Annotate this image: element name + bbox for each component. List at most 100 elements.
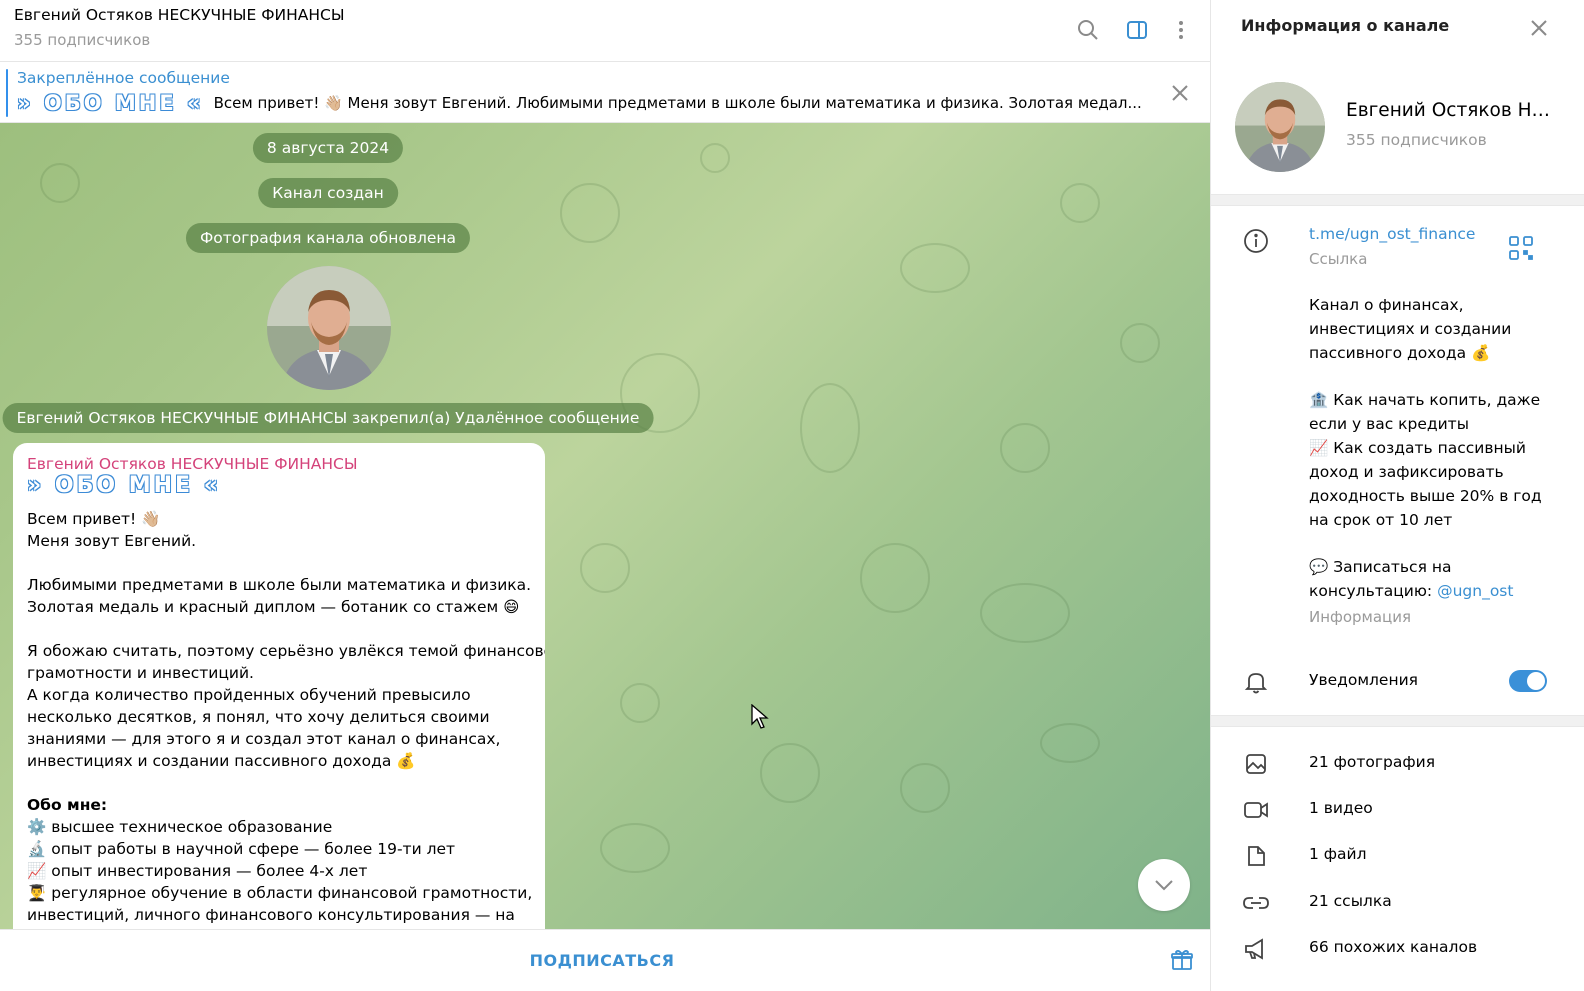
notifications-toggle[interactable] bbox=[1509, 670, 1547, 692]
channel-info-panel: Информация о канале Евгений Остяков НЕСК… bbox=[1210, 0, 1584, 991]
media-videos-label: 1 видео bbox=[1309, 799, 1373, 817]
username-link[interactable]: @ugn_ost bbox=[1437, 582, 1513, 600]
pinned-title: Закреплённое сообщение bbox=[17, 69, 230, 87]
gift-icon bbox=[1171, 949, 1193, 970]
pinned-close-button[interactable] bbox=[1166, 79, 1194, 107]
description-line: на срок от 10 лет bbox=[1309, 511, 1453, 529]
video-icon bbox=[1244, 802, 1268, 818]
date-badge: 8 августа 2024 bbox=[252, 133, 404, 163]
chat-background: 8 августа 2024 Канал создан Фотография к… bbox=[0, 123, 1220, 929]
file-icon-wrap bbox=[1241, 841, 1271, 871]
notifications-label: Уведомления bbox=[1309, 671, 1418, 689]
service-photo-updated: Фотография канала обновлена bbox=[185, 223, 471, 253]
post-line: инвестиций, личного финансового консульт… bbox=[27, 906, 515, 924]
post-line: А когда количество пройденных обучений п… bbox=[27, 686, 471, 704]
doodle-pattern bbox=[1060, 183, 1100, 223]
post-line: 📈 опыт инвестирования — более 4-х лет bbox=[27, 862, 368, 880]
panel-close-button[interactable] bbox=[1523, 12, 1555, 44]
info-icon bbox=[1244, 229, 1268, 253]
media-files-label: 1 файл bbox=[1309, 845, 1367, 863]
media-row-videos[interactable]: 1 видео bbox=[1211, 787, 1584, 833]
description-text: консультацию: bbox=[1309, 582, 1438, 600]
service-pinned-deleted: Евгений Остяков НЕСКУЧНЫЕ ФИНАНСЫ закреп… bbox=[2, 403, 654, 433]
description-line: 📈 Как создать пассивный bbox=[1309, 439, 1526, 457]
description-line: доход и зафиксировать bbox=[1309, 463, 1504, 481]
doodle-pattern bbox=[560, 183, 620, 243]
media-row-photos[interactable]: 21 фотография bbox=[1211, 741, 1584, 787]
file-icon bbox=[1248, 846, 1265, 866]
description-line: инвестициях и создании bbox=[1309, 320, 1512, 338]
post-line: 👨‍🎓 регулярное обучение в области финанс… bbox=[27, 884, 533, 902]
description-line: если у вас кредиты bbox=[1309, 415, 1469, 433]
post-line: ⚙️ высшее техническое образование bbox=[27, 818, 333, 836]
pinned-preview: » ОБО МНЕ « Всем привет! 👋🏼 Меня зовут Е… bbox=[17, 91, 1142, 115]
post-line: 🔬 опыт работы в научной сфере — более 19… bbox=[27, 840, 456, 858]
description-line: Канал о финансах, bbox=[1309, 296, 1464, 314]
chat-subtitle: 355 подписчиков bbox=[14, 31, 151, 49]
more-vertical-icon bbox=[1179, 21, 1183, 39]
doodle-pattern bbox=[860, 543, 930, 613]
more-button[interactable] bbox=[1165, 14, 1197, 46]
doodle-pattern bbox=[40, 163, 80, 203]
post-line: Любимыми предметами в школе были математ… bbox=[27, 576, 532, 594]
info-icon-wrap bbox=[1241, 226, 1271, 256]
section-divider bbox=[1211, 194, 1584, 206]
gift-button[interactable] bbox=[1166, 944, 1198, 976]
channel-name: Евгений Остяков НЕСКУЧНЫЕ ФИНАНСЫ bbox=[1346, 100, 1556, 121]
media-row-files[interactable]: 1 файл bbox=[1211, 833, 1584, 879]
post-line: знаниями — для этого я и создал этот кан… bbox=[27, 730, 501, 748]
doodle-pattern bbox=[980, 583, 1070, 643]
channel-link[interactable]: t.me/ugn_ost_finance bbox=[1309, 225, 1475, 243]
media-row-links[interactable]: 21 ссылка bbox=[1211, 880, 1584, 926]
channel-post[interactable]: Евгений Остяков НЕСКУЧНЫЕ ФИНАНСЫ » ОБО … bbox=[13, 443, 545, 929]
channel-photo[interactable] bbox=[267, 266, 391, 390]
doodle-pattern bbox=[760, 743, 820, 803]
pinned-text: Всем привет! 👋🏼 Меня зовут Евгений. Люби… bbox=[213, 94, 1142, 112]
doodle-pattern bbox=[580, 543, 630, 593]
link-icon-wrap bbox=[1241, 888, 1271, 918]
doodle-pattern bbox=[900, 243, 970, 293]
description-line: пассивного дохода 💰 bbox=[1309, 344, 1491, 362]
doodle-pattern bbox=[1040, 723, 1100, 763]
sidebar-toggle-button[interactable] bbox=[1121, 14, 1153, 46]
media-similar-label: 66 похожих каналов bbox=[1309, 938, 1478, 956]
megaphone-icon-wrap bbox=[1241, 934, 1271, 964]
post-fancy-heading: » ОБО МНЕ « bbox=[27, 473, 221, 498]
section-divider bbox=[1211, 715, 1584, 727]
scroll-down-button[interactable] bbox=[1138, 859, 1190, 911]
search-button[interactable] bbox=[1072, 14, 1104, 46]
doodle-pattern bbox=[620, 683, 660, 723]
close-icon bbox=[1172, 85, 1188, 101]
qr-code-icon[interactable] bbox=[1507, 234, 1535, 262]
post-line: грамотности и инвестиций. bbox=[27, 664, 254, 682]
photo-icon bbox=[1246, 754, 1266, 774]
service-channel-created: Канал создан bbox=[258, 178, 398, 208]
channel-subscribers: 355 подписчиков bbox=[1346, 131, 1487, 149]
avatar-photo bbox=[267, 266, 391, 390]
photo-icon-wrap bbox=[1241, 749, 1271, 779]
doodle-pattern bbox=[800, 383, 860, 473]
megaphone-icon bbox=[1245, 938, 1263, 960]
subscribe-button[interactable]: ПОДПИСАТЬСЯ bbox=[470, 944, 734, 978]
post-about-heading: Обо мне: bbox=[27, 796, 108, 814]
doodle-pattern bbox=[1120, 323, 1160, 363]
mouse-cursor-icon bbox=[751, 704, 769, 729]
description-line: 🏦 Как начать копить, даже bbox=[1309, 391, 1541, 409]
panel-title: Информация о канале bbox=[1241, 16, 1450, 35]
avatar[interactable] bbox=[1235, 82, 1325, 172]
media-row-similar[interactable]: 66 похожих каналов bbox=[1211, 926, 1584, 972]
post-author[interactable]: Евгений Остяков НЕСКУЧНЫЕ ФИНАНСЫ bbox=[27, 455, 531, 473]
pinned-fancy-text: » ОБО МНЕ « bbox=[17, 91, 204, 115]
doodle-pattern bbox=[700, 143, 730, 173]
pinned-message-bar[interactable]: Закреплённое сообщение » ОБО МНЕ « Всем … bbox=[0, 63, 1220, 123]
post-line: несколько десятков, я понял, что хочу де… bbox=[27, 708, 490, 726]
pinned-indicator bbox=[6, 69, 8, 117]
chat-header[interactable]: Евгений Остяков НЕСКУЧНЫЕ ФИНАНСЫ 355 по… bbox=[0, 0, 1220, 62]
link-icon bbox=[1243, 897, 1269, 909]
post-line: Всем привет! 👋🏼 bbox=[27, 510, 161, 528]
description-label: Информация bbox=[1309, 608, 1412, 626]
channel-description: Канал о финансах, инвестициях и создании… bbox=[1309, 293, 1559, 629]
search-icon bbox=[1078, 20, 1098, 40]
post-line: Я обожаю считать, поэтому серьёзно увлёк… bbox=[27, 642, 545, 660]
post-line: инвестициях и создании пассивного дохода… bbox=[27, 752, 416, 770]
